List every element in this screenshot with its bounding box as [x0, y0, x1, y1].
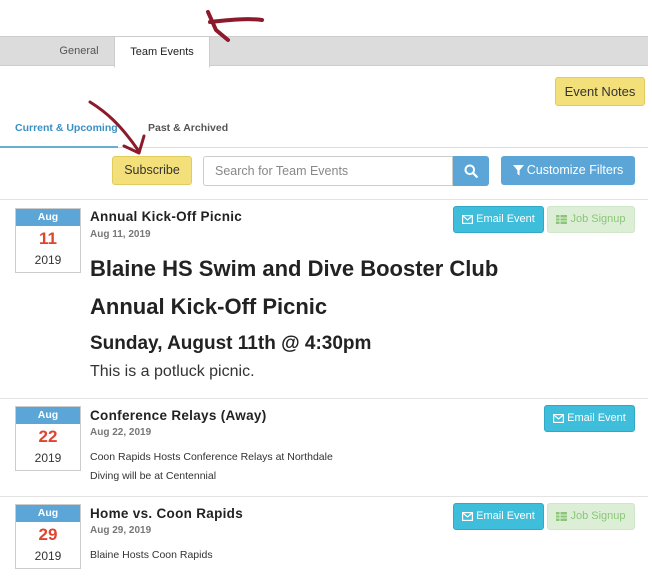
- event-date: Aug 11, 2019: [90, 229, 151, 240]
- event-heading-line1: Blaine HS Swim and Dive Booster Club: [90, 256, 499, 281]
- subscribe-button[interactable]: Subscribe: [112, 156, 192, 185]
- main-tab-bar: General Team Events: [0, 36, 648, 68]
- event-notes-button[interactable]: Event Notes: [555, 77, 645, 106]
- email-event-label: Email Event: [476, 510, 535, 522]
- event-date: Aug 22, 2019: [90, 427, 152, 438]
- table-icon: [556, 214, 568, 224]
- event-date: Aug 29, 2019: [90, 525, 152, 536]
- event-description: This is a potluck picnic.: [90, 363, 255, 380]
- event-year: 2019: [34, 451, 62, 465]
- event-description: Diving will be at Centennial: [90, 470, 217, 482]
- envelope-icon: [462, 511, 474, 521]
- event-row: Aug 11 2019 Annual Kick-Off Picnic Aug 1…: [0, 199, 648, 398]
- event-date-badge: Aug 22 2019: [15, 406, 81, 471]
- annotation-arrow-icon: [88, 100, 146, 155]
- event-heading-line2: Annual Kick-Off Picnic: [90, 294, 328, 319]
- event-date-badge: Aug 11 2019: [15, 208, 81, 273]
- annotation-arrow-icon: [206, 10, 264, 42]
- email-event-button[interactable]: Email Event: [453, 206, 544, 233]
- job-signup-button[interactable]: Job Signup: [547, 206, 635, 233]
- event-month: Aug: [16, 407, 80, 424]
- tab-team-events[interactable]: Team Events: [114, 36, 210, 68]
- event-year: 2019: [34, 549, 62, 563]
- event-year: 2019: [34, 253, 62, 267]
- event-title[interactable]: Annual Kick-Off Picnic: [90, 209, 242, 224]
- tab-general[interactable]: General: [44, 36, 114, 67]
- email-event-button[interactable]: Email Event: [453, 503, 544, 530]
- search-icon: [464, 164, 478, 178]
- event-title[interactable]: Conference Relays (Away): [90, 408, 267, 423]
- search-button[interactable]: [453, 156, 489, 186]
- event-description: Blaine Hosts Coon Rapids: [90, 549, 213, 561]
- customize-filters-button[interactable]: Customize Filters: [501, 156, 635, 185]
- event-day: 29: [38, 525, 58, 544]
- email-event-label: Email Event: [476, 213, 535, 225]
- event-row: Aug 29 2019 Home vs. Coon Rapids Aug 29,…: [0, 496, 648, 576]
- email-event-label: Email Event: [567, 412, 626, 424]
- tab-past-archived[interactable]: Past & Archived: [148, 116, 228, 147]
- customize-filters-label: Customize Filters: [526, 163, 624, 177]
- event-row: Aug 22 2019 Conference Relays (Away) Aug…: [0, 398, 648, 496]
- envelope-icon: [462, 214, 474, 224]
- event-heading-subtitle: Sunday, August 11th @ 4:30pm: [90, 333, 372, 354]
- job-signup-button[interactable]: Job Signup: [547, 503, 635, 530]
- table-icon: [556, 511, 568, 521]
- event-day: 11: [39, 229, 57, 248]
- event-date-badge: Aug 29 2019: [15, 504, 81, 569]
- event-month: Aug: [16, 209, 80, 226]
- email-event-button[interactable]: Email Event: [544, 405, 635, 432]
- event-description: Coon Rapids Hosts Conference Relays at N…: [90, 451, 333, 463]
- event-title[interactable]: Home vs. Coon Rapids: [90, 506, 243, 521]
- search-input[interactable]: [203, 156, 453, 186]
- job-signup-label: Job Signup: [570, 213, 626, 225]
- job-signup-label: Job Signup: [570, 510, 626, 522]
- event-month: Aug: [16, 505, 80, 522]
- event-day: 22: [38, 427, 58, 446]
- filter-icon: [512, 165, 524, 176]
- envelope-icon: [553, 413, 565, 423]
